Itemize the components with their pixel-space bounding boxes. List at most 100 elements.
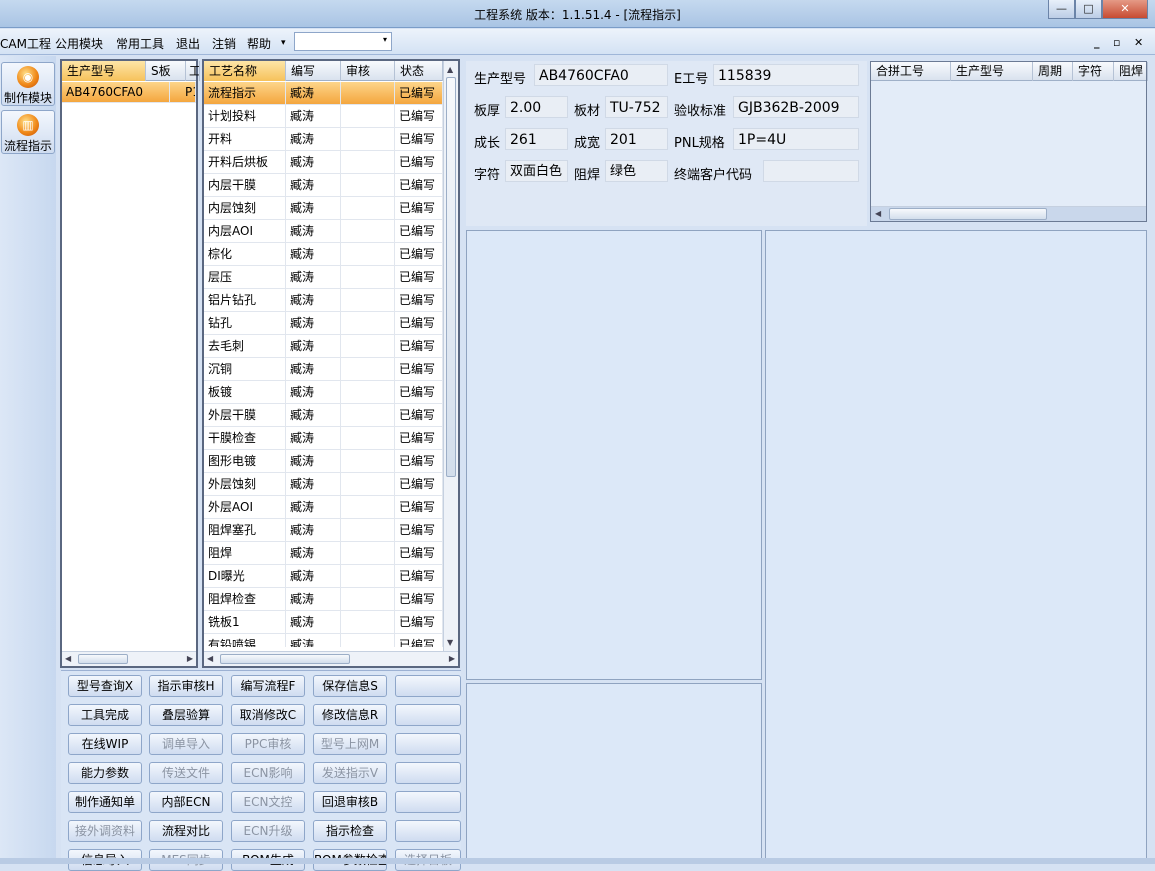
action-button[interactable]: 工具完成 <box>68 704 142 726</box>
col-cycle[interactable]: 周期 <box>1033 62 1073 81</box>
mdi-minimize-icon[interactable]: _ <box>1094 36 1100 49</box>
action-button[interactable]: 保存信息S <box>313 675 387 697</box>
col-reviewer[interactable]: 审核 <box>341 61 395 81</box>
scroll-left-icon[interactable]: ◀ <box>207 654 213 663</box>
action-button[interactable]: 发送指示V <box>313 762 387 784</box>
model-list-hscroll[interactable]: ◀ ▶ <box>62 651 196 666</box>
scroll-thumb[interactable] <box>220 654 350 664</box>
character-field[interactable]: 双面白色 <box>505 160 568 182</box>
action-button[interactable]: 修改信息R <box>313 704 387 726</box>
minimize-button[interactable]: — <box>1048 0 1075 19</box>
process-list-hscroll[interactable]: ◀ ▶ <box>204 651 458 666</box>
col-model[interactable]: 生产型号 <box>62 61 146 81</box>
action-button[interactable]: 能力参数 <box>68 762 142 784</box>
close-button[interactable]: ✕ <box>1102 0 1148 19</box>
thickness-field[interactable]: 2.00 <box>505 96 568 118</box>
table-row[interactable]: 阻焊 臧涛 已编写 <box>204 542 443 565</box>
col-solder-mask[interactable]: 阻焊 <box>1114 62 1148 81</box>
standard-field[interactable]: GJB362B-2009 <box>733 96 859 118</box>
action-button[interactable]: 调单导入 <box>149 733 223 755</box>
action-button[interactable]: 编写流程F <box>231 675 305 697</box>
table-row[interactable]: 外层干膜 臧涛 已编写 <box>204 404 443 427</box>
col-merge-eno[interactable]: 合拼工号 <box>871 62 951 81</box>
eno-field[interactable]: 115839 <box>713 64 859 86</box>
process-list-vscroll[interactable]: ▲ ▼ <box>443 61 458 651</box>
scroll-thumb[interactable] <box>446 77 456 477</box>
nav-production-module[interactable]: ◉ 制作模块 <box>1 62 55 106</box>
table-row[interactable]: 内层蚀刻 臧涛 已编写 <box>204 197 443 220</box>
action-button[interactable]: 在线WIP <box>68 733 142 755</box>
table-row[interactable]: 计划投料 臧涛 已编写 <box>204 105 443 128</box>
table-row[interactable]: 阻焊检查 臧涛 已编写 <box>204 588 443 611</box>
table-row[interactable]: 开料 臧涛 已编写 <box>204 128 443 151</box>
table-row[interactable]: 阻焊塞孔 臧涛 已编写 <box>204 519 443 542</box>
menu-combo[interactable]: ▾ <box>294 32 392 51</box>
table-row[interactable]: 干膜检查 臧涛 已编写 <box>204 427 443 450</box>
nav-process-flow[interactable]: ▥ 流程指示 <box>1 110 55 154</box>
action-button[interactable]: 制作通知单 <box>68 791 142 813</box>
length-field[interactable]: 261 <box>505 128 568 150</box>
action-button[interactable]: ECN文控 <box>231 791 305 813</box>
action-button[interactable] <box>395 820 461 842</box>
table-row[interactable]: 流程指示 臧涛 已编写 <box>204 82 443 105</box>
table-row[interactable]: 图形电镀 臧涛 已编写 <box>204 450 443 473</box>
table-row[interactable]: 板镀 臧涛 已编写 <box>204 381 443 404</box>
col-w[interactable]: 工 <box>186 61 200 81</box>
menu-common-modules[interactable]: 公用模块 <box>55 35 103 52</box>
action-button[interactable]: 回退审核B <box>313 791 387 813</box>
model-field[interactable]: AB4760CFA0 <box>534 64 668 86</box>
table-row[interactable]: 棕化 臧涛 已编写 <box>204 243 443 266</box>
table-row[interactable]: 去毛刺 臧涛 已编写 <box>204 335 443 358</box>
action-button[interactable] <box>395 733 461 755</box>
action-button[interactable]: 型号上网M <box>313 733 387 755</box>
customer-code-field[interactable] <box>763 160 859 182</box>
merge-grid-hscroll[interactable]: ◀ <box>871 206 1146 221</box>
mdi-restore-icon[interactable]: ▫ <box>1113 36 1120 49</box>
action-button[interactable] <box>395 675 461 697</box>
action-button[interactable]: 内部ECN <box>149 791 223 813</box>
table-row[interactable]: 开料后烘板 臧涛 已编写 <box>204 151 443 174</box>
table-row[interactable]: 内层干膜 臧涛 已编写 <box>204 174 443 197</box>
scroll-right-icon[interactable]: ▶ <box>449 654 455 663</box>
action-button[interactable]: ECN升级 <box>231 820 305 842</box>
action-button[interactable]: 指示审核H <box>149 675 223 697</box>
table-row[interactable]: 层压 臧涛 已编写 <box>204 266 443 289</box>
scroll-up-icon[interactable]: ▲ <box>447 65 453 74</box>
col-process-name[interactable]: 工艺名称 <box>204 61 286 81</box>
scroll-down-icon[interactable]: ▼ <box>447 638 453 647</box>
menu-common-tools[interactable]: 常用工具 <box>116 35 164 52</box>
table-row[interactable]: 铣板1 臧涛 已编写 <box>204 611 443 634</box>
width-field[interactable]: 201 <box>605 128 668 150</box>
table-row[interactable]: 钻孔 臧涛 已编写 <box>204 312 443 335</box>
scroll-left-icon[interactable]: ◀ <box>875 209 881 218</box>
menu-exit[interactable]: 退出 <box>176 35 200 52</box>
table-row[interactable]: DI曝光 臧涛 已编写 <box>204 565 443 588</box>
col-merge-model[interactable]: 生产型号 <box>951 62 1033 81</box>
table-row[interactable]: 外层蚀刻 臧涛 已编写 <box>204 473 443 496</box>
action-button[interactable]: 指示检查 <box>313 820 387 842</box>
scroll-thumb[interactable] <box>889 208 1047 220</box>
mask-field[interactable]: 绿色 <box>605 160 668 182</box>
action-button[interactable] <box>395 704 461 726</box>
scroll-thumb[interactable] <box>78 654 128 664</box>
action-button[interactable] <box>395 762 461 784</box>
restore-button[interactable]: □ <box>1075 0 1102 19</box>
action-button[interactable]: PPC审核 <box>231 733 305 755</box>
pnl-field[interactable]: 1P=4U <box>733 128 859 150</box>
action-button[interactable]: 取消修改C <box>231 704 305 726</box>
menu-cam[interactable]: CAM工程 <box>0 35 51 52</box>
table-row[interactable]: 外层AOI 臧涛 已编写 <box>204 496 443 519</box>
action-button[interactable]: 传送文件 <box>149 762 223 784</box>
mdi-close-icon[interactable]: ✕ <box>1134 36 1143 49</box>
action-button[interactable]: 接外调资料 <box>68 820 142 842</box>
col-s-board[interactable]: S板 <box>146 61 186 81</box>
material-field[interactable]: TU-752 <box>605 96 668 118</box>
menu-logout[interactable]: 注销 <box>212 35 236 52</box>
action-button[interactable] <box>395 791 461 813</box>
col-character[interactable]: 字符 <box>1073 62 1114 81</box>
table-row[interactable]: AB4760CFA0 P1 <box>62 82 196 103</box>
action-button[interactable]: 型号查询X <box>68 675 142 697</box>
action-button[interactable]: 叠层验算 <box>149 704 223 726</box>
col-status[interactable]: 状态 <box>395 61 443 81</box>
scroll-left-icon[interactable]: ◀ <box>65 654 71 663</box>
